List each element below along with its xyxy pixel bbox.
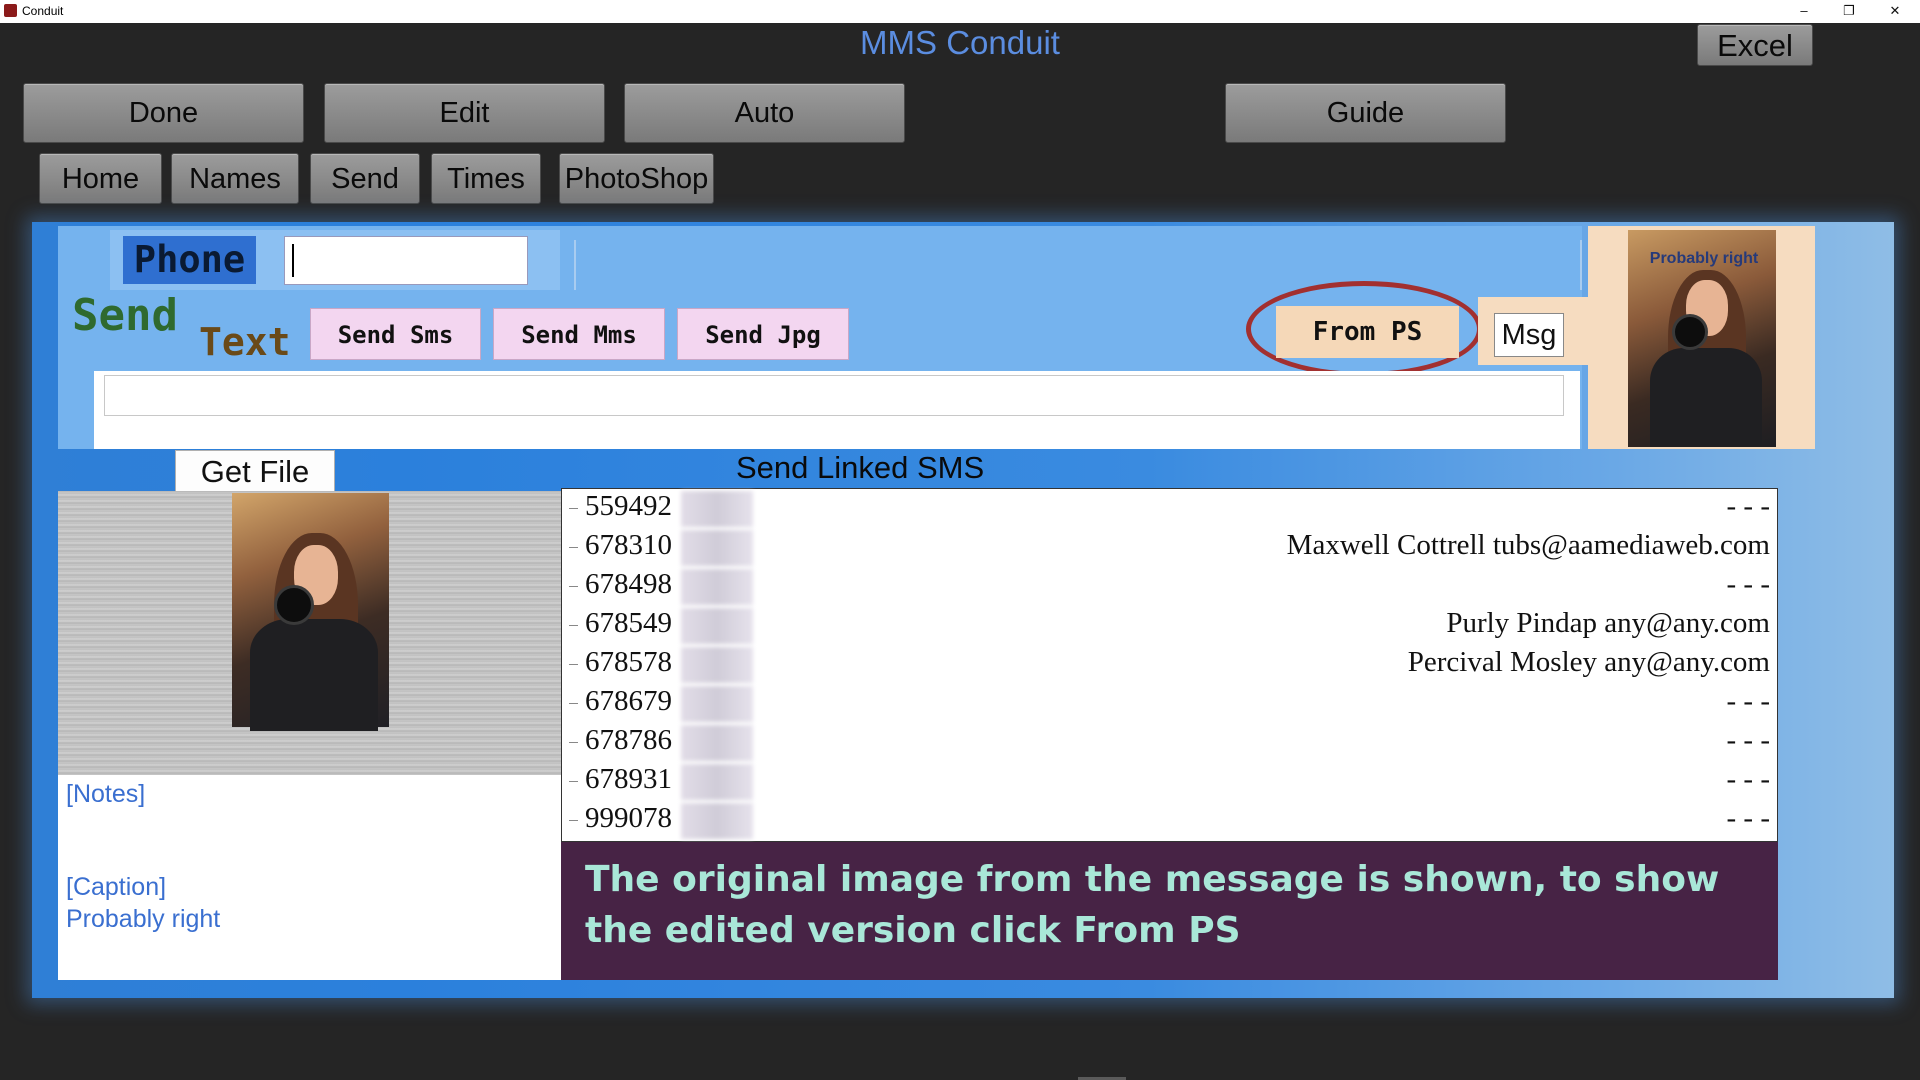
text-heading: Text [199,320,291,364]
contact-info: Percival Mosley any@any.com [1407,646,1770,678]
list-item[interactable]: 678786 - - - [561,723,1778,762]
msg-button[interactable]: Msg [1494,313,1564,357]
message-input[interactable] [104,375,1564,416]
divider [1580,240,1582,290]
contact-info: - - - [1726,724,1770,756]
list-item[interactable]: 678679 - - - [561,684,1778,723]
contact-info: Purly Pindap any@any.com [1446,607,1770,639]
phone-number: 999078 [585,802,672,834]
window-title-bar [0,0,1920,23]
list-item[interactable]: 559492 - - - [561,489,1778,528]
contact-info: - - - [1726,763,1770,795]
redacted-digits [681,608,753,644]
close-button[interactable]: ✕ [1872,0,1918,23]
phone-number: 678578 [585,646,672,678]
phone-input[interactable] [284,236,528,285]
nav-photoshop-button[interactable]: PhotoShop [559,153,714,204]
send-sms-button[interactable]: Send Sms [310,308,481,360]
redacted-digits [681,530,753,566]
list-item[interactable]: 678498 - - - [561,567,1778,606]
edit-button[interactable]: Edit [324,83,605,143]
contact-info: - - - [1726,802,1770,834]
phone-number: 678549 [585,607,672,639]
redacted-digits [681,647,753,683]
get-file-tab[interactable]: Get File [175,450,335,492]
list-title: Send Linked SMS [736,450,985,485]
excel-button[interactable]: Excel [1697,24,1813,66]
redacted-digits [681,569,753,605]
contact-info: - - - [1726,685,1770,717]
redacted-digits [681,686,753,722]
divider [574,240,576,290]
auto-button[interactable]: Auto [624,83,905,143]
nav-send-button[interactable]: Send [310,153,420,204]
contact-info: Maxwell Cottrell tubs@aamediaweb.com [1286,529,1770,561]
contact-info: - - - [1726,568,1770,600]
preview-photo[interactable] [232,493,389,731]
info-message: The original image from the message is s… [561,842,1778,980]
send-mms-button[interactable]: Send Mms [493,308,665,360]
redacted-digits [681,803,753,839]
caption-text: Probably right [66,905,221,933]
list-item[interactable]: 678931 - - - [561,762,1778,801]
minimize-button[interactable]: – [1781,0,1827,23]
phone-number: 559492 [585,490,672,522]
contact-info: - - - [1726,490,1770,522]
text-caret [292,244,294,277]
nav-home-button[interactable]: Home [39,153,162,204]
notes-link[interactable]: [Notes] [66,780,145,809]
list-item[interactable]: 999078 - - - [561,801,1778,840]
phone-label: Phone [123,236,256,284]
list-item[interactable]: 678549 Purly Pindap any@any.com [561,606,1778,645]
redacted-digits [681,491,753,527]
phone-number: 678679 [585,685,672,717]
list-item[interactable]: 678310 Maxwell Cottrell tubs@aamediaweb.c… [561,528,1778,567]
guide-button[interactable]: Guide [1225,83,1506,143]
maximize-button[interactable]: ❐ [1826,0,1872,23]
app-icon [4,4,17,17]
phone-number: 678498 [585,568,672,600]
done-button[interactable]: Done [23,83,304,143]
window-title: Conduit [22,4,64,18]
caption-link[interactable]: [Caption] [66,873,166,902]
phone-number: 678310 [585,529,672,561]
from-ps-button[interactable]: From PS [1276,306,1459,358]
nav-names-button[interactable]: Names [171,153,299,204]
phone-number: 678931 [585,763,672,795]
send-heading: Send [72,290,178,341]
redacted-digits [681,725,753,761]
send-jpg-button[interactable]: Send Jpg [677,308,849,360]
redacted-digits [681,764,753,800]
thumbnail-caption: Probably right [1649,250,1759,267]
phone-number: 678786 [585,724,672,756]
app-title: MMS Conduit [860,24,1060,61]
nav-times-button[interactable]: Times [431,153,541,204]
list-item[interactable]: 678578 Percival Mosley any@any.com [561,645,1778,684]
